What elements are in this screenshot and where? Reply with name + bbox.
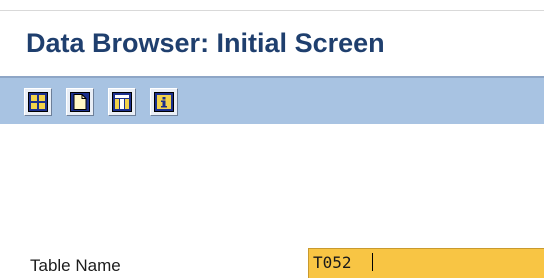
top-divider [0, 10, 544, 11]
table-columns-button[interactable] [108, 88, 136, 116]
table-contents-button[interactable] [24, 88, 52, 116]
table-contents-icon [28, 92, 48, 112]
new-document-button[interactable] [66, 88, 94, 116]
table-columns-icon [112, 92, 132, 112]
text-cursor [372, 253, 373, 271]
info-icon [154, 92, 174, 112]
table-name-label: Table Name [30, 256, 121, 275]
page-title: Data Browser: Initial Screen [26, 28, 385, 58]
table-name-input[interactable]: T052 [308, 248, 544, 278]
new-document-icon [70, 92, 90, 112]
application-toolbar [0, 78, 544, 124]
title-bar: Data Browser: Initial Screen [0, 0, 544, 80]
info-button[interactable] [150, 88, 178, 116]
